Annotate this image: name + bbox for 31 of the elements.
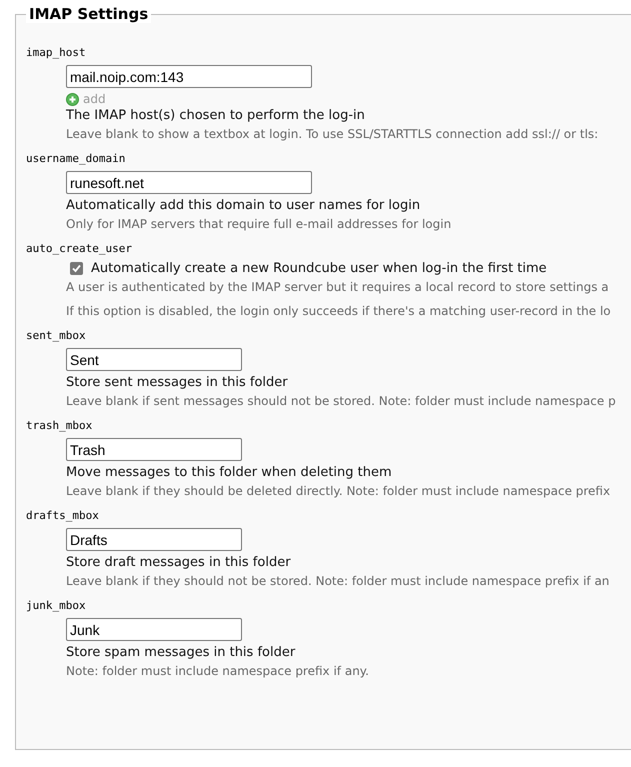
setting-label: sent_mbox: [26, 329, 86, 342]
text-field[interactable]: runesoft.net: [66, 171, 312, 194]
text-field[interactable]: Junk: [66, 618, 242, 641]
setting-hint: A user is authenticated by the IMAP server but it requires a local record to store settings a: [66, 280, 609, 294]
setting-title: Store sent messages in this folder: [66, 375, 288, 390]
setting-hint: Leave blank if they should be deleted directly. Note: folder must include namespace prefix: [66, 484, 610, 498]
setting-title: Automatically add this domain to user names for login: [66, 198, 420, 213]
setting-label: trash_mbox: [26, 419, 92, 432]
setting-label: drafts_mbox: [26, 509, 99, 522]
setting-hint: If this option is disabled, the login only succeeds if there's a matching user-record in the lo: [66, 304, 611, 318]
setting-label: auto_create_user: [26, 242, 132, 255]
setting-title: The IMAP host(s) chosen to perform the log-in: [66, 108, 365, 123]
panel-legend: IMAP Settings: [26, 6, 152, 23]
checkbox-label: Automatically create a new Roundcube user when log-in the first time: [91, 261, 547, 276]
setting-title: Store spam messages in this folder: [66, 645, 296, 660]
setting-label: username_domain: [26, 152, 126, 165]
checkbox[interactable]: [70, 262, 83, 275]
setting-hint: Note: folder must include namespace prefix if any.: [66, 664, 369, 678]
setting-label: junk_mbox: [26, 599, 86, 612]
setting-hint: Leave blank to show a textbox at login. To use SSL/STARTTLS connection add ssl:// or tls:: [66, 127, 598, 141]
text-field[interactable]: Trash: [66, 438, 242, 461]
plus-icon: [66, 92, 79, 106]
setting-title: Move messages to this folder when deleting them: [66, 465, 392, 480]
text-field[interactable]: Sent: [66, 348, 242, 371]
setting-label: imap_host: [26, 46, 86, 59]
setting-hint: Only for IMAP servers that require full e-mail addresses for login: [66, 217, 452, 231]
setting-hint: Leave blank if they should not be stored. Note: folder must include namespace prefix if an: [66, 574, 610, 588]
text-field[interactable]: mail.noip.com:143: [66, 65, 312, 88]
setting-title: Store draft messages in this folder: [66, 555, 291, 570]
text-field[interactable]: Drafts: [66, 528, 242, 551]
setting-hint: Leave blank if sent messages should not be stored. Note: folder must include namespace p: [66, 394, 616, 408]
